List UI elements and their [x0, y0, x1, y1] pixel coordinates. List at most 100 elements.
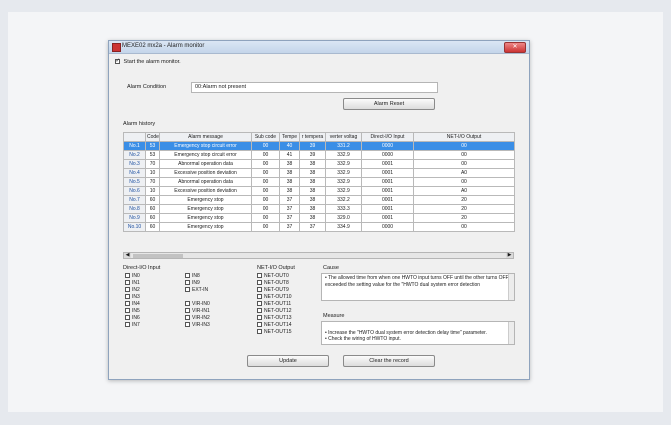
io-checkbox-item[interactable]: VIR-IN3 — [185, 322, 210, 329]
measure-text-panel[interactable]: • Increase the "HWTO dual system error d… — [321, 321, 515, 345]
column-header[interactable] — [123, 132, 146, 142]
update-button[interactable]: Update — [247, 355, 329, 367]
io-check-box[interactable] — [125, 294, 130, 300]
io-checkbox-item[interactable]: NET-OUT14 — [257, 322, 292, 329]
io-checkbox-item[interactable]: NET-OUT9 — [257, 287, 289, 294]
table-cell: 0001 — [361, 159, 414, 169]
scrollbar-thumb[interactable] — [133, 253, 183, 258]
alarm-monitor-window: MEXE02 mx2a - Alarm monitor ✕ Start the … — [108, 40, 530, 380]
io-checkbox-item[interactable]: IN0 — [125, 273, 140, 280]
io-checkbox-item[interactable]: VIR-IN2 — [185, 315, 210, 322]
io-check-box[interactable] — [185, 301, 190, 307]
io-check-box[interactable] — [257, 273, 262, 279]
history-horizontal-scrollbar[interactable]: ◀ ▶ — [123, 252, 514, 259]
title-bar[interactable]: MEXE02 mx2a - Alarm monitor ✕ — [109, 41, 529, 54]
io-check-box[interactable] — [125, 287, 130, 293]
io-label: NET-OUT8 — [264, 280, 289, 286]
column-header[interactable]: NET-I/O Output — [413, 132, 515, 142]
io-checkbox-item[interactable]: NET-OUT11 — [257, 301, 291, 308]
cause-text: • The allowed time from when one HWTO in… — [325, 275, 509, 288]
io-checkbox-item[interactable]: VIR-IN0 — [185, 301, 210, 308]
table-cell: 333.3 — [325, 204, 362, 214]
io-check-box[interactable] — [257, 315, 262, 321]
io-checkbox-item[interactable]: IN8 — [185, 273, 200, 280]
io-check-box[interactable] — [185, 273, 190, 279]
column-header[interactable]: Direct-I/O Input — [361, 132, 414, 142]
table-row[interactable]: No.2 53 Emergency stop circuit error 00 41 39… — [123, 150, 515, 160]
table-row[interactable]: No.1 53 Emergency stop circuit error 00 40 39… — [123, 141, 515, 151]
io-checkbox-item[interactable]: NET-OUT15 — [257, 329, 292, 336]
scroll-right-icon[interactable]: ▶ — [506, 253, 513, 258]
table-row[interactable]: No.8 60 Emergency stop 00 37 38 333.3 0001 20 — [123, 204, 515, 214]
io-check-box[interactable] — [257, 308, 262, 314]
io-checkbox-item[interactable]: VIR-IN1 — [185, 308, 210, 315]
table-row[interactable]: No.5 70 Abnormal operation data 00 38 38 332.9… — [123, 177, 515, 187]
row-header-cell: No.4 — [123, 168, 146, 178]
io-checkbox-item[interactable]: EXT-IN — [185, 287, 208, 294]
io-check-box[interactable] — [185, 322, 190, 328]
cause-text-panel[interactable]: • The allowed time from when one HWTO in… — [321, 273, 515, 301]
table-row[interactable]: No.6 10 Excessive position deviation 00 38 38… — [123, 186, 515, 196]
io-checkbox-item[interactable]: IN3 — [125, 294, 140, 301]
table-cell: Emergency stop circuit error — [159, 150, 252, 160]
io-check-box[interactable] — [257, 280, 262, 286]
io-checkbox-item[interactable]: IN4 — [125, 301, 140, 308]
table-cell: 39 — [299, 150, 326, 160]
column-header[interactable]: Sub code — [251, 132, 280, 142]
io-checkbox-item[interactable]: NET-OUT10 — [257, 294, 292, 301]
io-label: VIR-IN2 — [192, 315, 210, 321]
table-row[interactable]: No.7 60 Emergency stop 00 37 38 332.2 0001 20 — [123, 195, 515, 205]
io-checkbox-item[interactable]: IN1 — [125, 280, 140, 287]
scroll-left-icon[interactable]: ◀ — [124, 253, 131, 258]
cause-scrollbar[interactable] — [508, 274, 514, 300]
io-checkbox-item[interactable]: NET-OUT0 — [257, 273, 289, 280]
io-checkbox-item[interactable]: IN7 — [125, 322, 140, 329]
io-check-box[interactable] — [257, 294, 262, 300]
column-header[interactable]: r tempera — [299, 132, 326, 142]
table-cell: Emergency stop circuit error — [159, 141, 252, 151]
start-monitor-checkbox[interactable]: Start the alarm monitor. — [115, 58, 181, 65]
column-header[interactable]: verter voltag — [325, 132, 362, 142]
io-check-box[interactable] — [185, 287, 190, 293]
io-check-box[interactable] — [257, 287, 262, 293]
io-label: EXT-IN — [192, 287, 209, 293]
io-checkbox-item[interactable]: IN6 — [125, 315, 140, 322]
io-check-box[interactable] — [125, 322, 130, 328]
io-check-box[interactable] — [125, 315, 130, 321]
table-cell: Emergency stop — [159, 195, 252, 205]
io-check-box[interactable] — [125, 301, 130, 307]
table-row[interactable]: No.9 60 Emergency stop 00 37 38 329.0 0001 20 — [123, 213, 515, 223]
io-check-box[interactable] — [185, 308, 190, 314]
column-header[interactable]: Alarm message — [159, 132, 252, 142]
io-check-box[interactable] — [257, 329, 262, 335]
io-check-box[interactable] — [125, 308, 130, 314]
io-check-box[interactable] — [125, 273, 130, 279]
table-cell: A0 — [413, 168, 515, 178]
alarm-reset-button[interactable]: Alarm Reset — [343, 98, 435, 110]
start-monitor-check-box[interactable] — [115, 58, 120, 65]
io-label: IN7 — [132, 322, 140, 328]
io-checkbox-item[interactable]: IN9 — [185, 280, 200, 287]
io-checkbox-item[interactable]: IN5 — [125, 308, 140, 315]
column-header[interactable]: Tempe — [279, 132, 300, 142]
clear-record-button[interactable]: Clear the record — [343, 355, 435, 367]
table-cell: 00 — [251, 213, 280, 223]
table-cell: 40 — [279, 141, 300, 151]
column-header[interactable]: Code — [145, 132, 160, 142]
io-checkbox-item[interactable]: NET-OUT13 — [257, 315, 292, 322]
table-row[interactable]: No.10 60 Emergency stop 00 37 37 334.9 0000 00 — [123, 222, 515, 232]
io-check-box[interactable] — [185, 280, 190, 286]
io-checkbox-item[interactable]: IN2 — [125, 287, 140, 294]
io-checkbox-item[interactable]: NET-OUT12 — [257, 308, 292, 315]
app-icon — [112, 43, 121, 52]
io-check-box[interactable] — [125, 280, 130, 286]
table-row[interactable]: No.4 10 Excessive position deviation 00 38 38… — [123, 168, 515, 178]
measure-scrollbar[interactable] — [508, 322, 514, 344]
io-checkbox-item[interactable]: NET-OUT8 — [257, 280, 289, 287]
table-row[interactable]: No.3 70 Abnormal operation data 00 38 38 332.9… — [123, 159, 515, 169]
close-button[interactable]: ✕ — [504, 42, 526, 53]
io-check-box[interactable] — [185, 315, 190, 321]
table-cell: 332.9 — [325, 168, 362, 178]
io-check-box[interactable] — [257, 301, 262, 307]
io-check-box[interactable] — [257, 322, 262, 328]
